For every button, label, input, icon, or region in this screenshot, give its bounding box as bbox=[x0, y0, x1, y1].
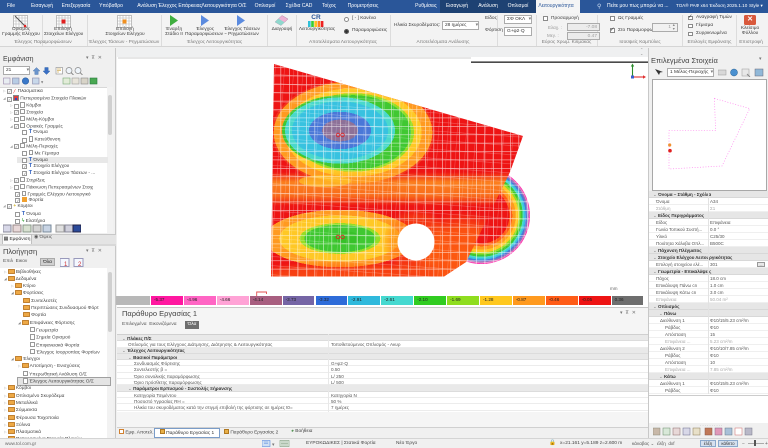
svg-text:▾: ▾ bbox=[41, 80, 44, 85]
svg-text:▾: ▾ bbox=[272, 442, 275, 447]
